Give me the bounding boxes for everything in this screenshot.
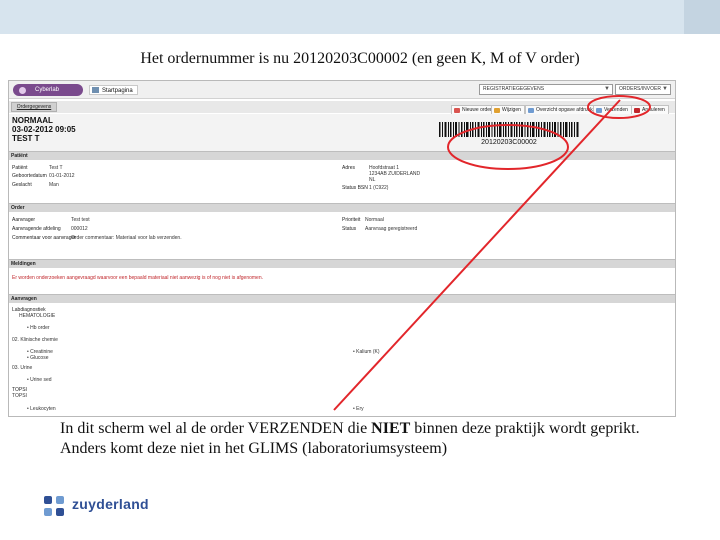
section-patient: Patiënt <box>9 151 675 160</box>
new-order-label: Nieuwe order <box>462 107 492 113</box>
barcode-image <box>439 122 579 137</box>
top-band <box>0 0 720 34</box>
logo-icon <box>19 87 26 94</box>
registration-dropdown[interactable]: REGISTRATIEGEGEVENS ▼ <box>479 84 613 95</box>
request-group-hematology: HEMATOLOGIE <box>19 313 56 319</box>
new-icon <box>454 108 460 113</box>
warning-message: Er worden onderzoeken aangevraagd waarvo… <box>12 275 263 281</box>
logo-text: Cyberlab <box>35 87 60 93</box>
chevron-down-icon: ▼ <box>662 86 668 92</box>
patient-value: Test T <box>49 165 63 171</box>
address-label: Adres <box>342 165 356 171</box>
request-item: • Glucose <box>27 355 49 361</box>
bsn-label: Status BSN <box>342 185 368 191</box>
home-label: Startpagina <box>102 88 133 94</box>
chevron-down-icon: ▼ <box>604 86 610 92</box>
orders-dropdown-label: ORDERS/INVOER <box>619 86 661 92</box>
address-value-2: 1234AB ZUIDERLAND <box>369 171 421 177</box>
status-label: Status <box>342 226 357 232</box>
home-button[interactable]: Startpagina <box>89 85 138 95</box>
section-order: Order <box>9 203 675 212</box>
dob-label: Geboortedatum <box>12 173 47 179</box>
request-item: • Urine sed <box>27 377 52 383</box>
orders-dropdown[interactable]: ORDERS/INVOER ▼ <box>615 84 671 95</box>
app-logo[interactable]: Cyberlab <box>13 84 83 96</box>
comment-value: Order commentaar: Materiaal voor lab ver… <box>71 235 182 241</box>
registration-dropdown-label: REGISTRATIEGEGEVENS <box>483 86 545 92</box>
dob-value: 01-01-2012 <box>49 173 75 179</box>
edit-label: Wijzigen <box>502 107 521 113</box>
send-icon <box>596 108 602 113</box>
slide-caption: In dit scherm wel al de order VERZENDEN … <box>60 419 680 459</box>
section-requests: Aanvragen <box>9 294 675 303</box>
patient-name-line: TEST T <box>12 134 40 143</box>
app-screenshot: Cyberlab Startpagina REGISTRATIEGEGEVENS… <box>8 80 676 417</box>
request-item: • Ery <box>353 406 364 412</box>
tab-order-details[interactable]: Ordergegevens <box>11 102 57 112</box>
brand-name: zuyderland <box>72 496 149 512</box>
requester-label: Aanvrager <box>12 217 36 223</box>
print-overview-label: Overzicht opgave afdrukken <box>536 107 599 113</box>
slide-headline: Het ordernummer is nu 20120203C00002 (en… <box>140 50 580 67</box>
request-item: • Kalium (K) <box>353 349 380 355</box>
comment-label: Commentaar voor aanvrager <box>12 235 76 241</box>
request-group-chemistry: 02. Klinische chemie <box>12 337 58 343</box>
priority-label: Prioriteit <box>342 217 361 223</box>
home-icon <box>92 87 99 93</box>
print-icon <box>528 108 534 113</box>
department-label: Aanvragende afdeling <box>12 226 61 232</box>
app-header-bar: Cyberlab Startpagina REGISTRATIEGEGEVENS… <box>9 81 675 99</box>
cancel-label: Annuleren <box>642 107 665 113</box>
request-item: • Leukocyten <box>27 406 56 412</box>
patient-label: Patiënt <box>12 165 28 171</box>
top-band-accent <box>684 0 720 34</box>
status-value: Aanvraag geregistreerd <box>365 226 418 232</box>
department-value: 000012 <box>71 226 88 232</box>
edit-icon <box>494 108 500 113</box>
barcode-number: 20120203C00002 <box>481 139 537 146</box>
address-value-3: NL <box>369 177 376 183</box>
requester-value: Test test <box>71 217 90 223</box>
cancel-icon <box>634 108 640 113</box>
order-status-line: NORMAAL <box>12 116 53 125</box>
brand-mark-icon <box>44 496 64 516</box>
order-datetime-line: 03-02-2012 09:05 <box>12 125 76 134</box>
caption-text-1: In dit scherm wel al de order VERZENDEN … <box>60 420 372 437</box>
request-group-topsi-sub: TOPSI <box>12 393 27 399</box>
caption-emphasis: NIET <box>371 420 411 437</box>
request-item: • Hb order <box>27 325 50 331</box>
section-warnings: Meldingen <box>9 259 675 268</box>
sex-value: Man <box>49 182 59 188</box>
send-label: Verzenden <box>604 107 628 113</box>
sex-label: Geslacht <box>12 182 32 188</box>
priority-value: Normaal <box>365 217 384 223</box>
request-group-urine: 03. Urine <box>12 365 33 371</box>
bsn-value: 1 (C922) <box>369 185 389 191</box>
